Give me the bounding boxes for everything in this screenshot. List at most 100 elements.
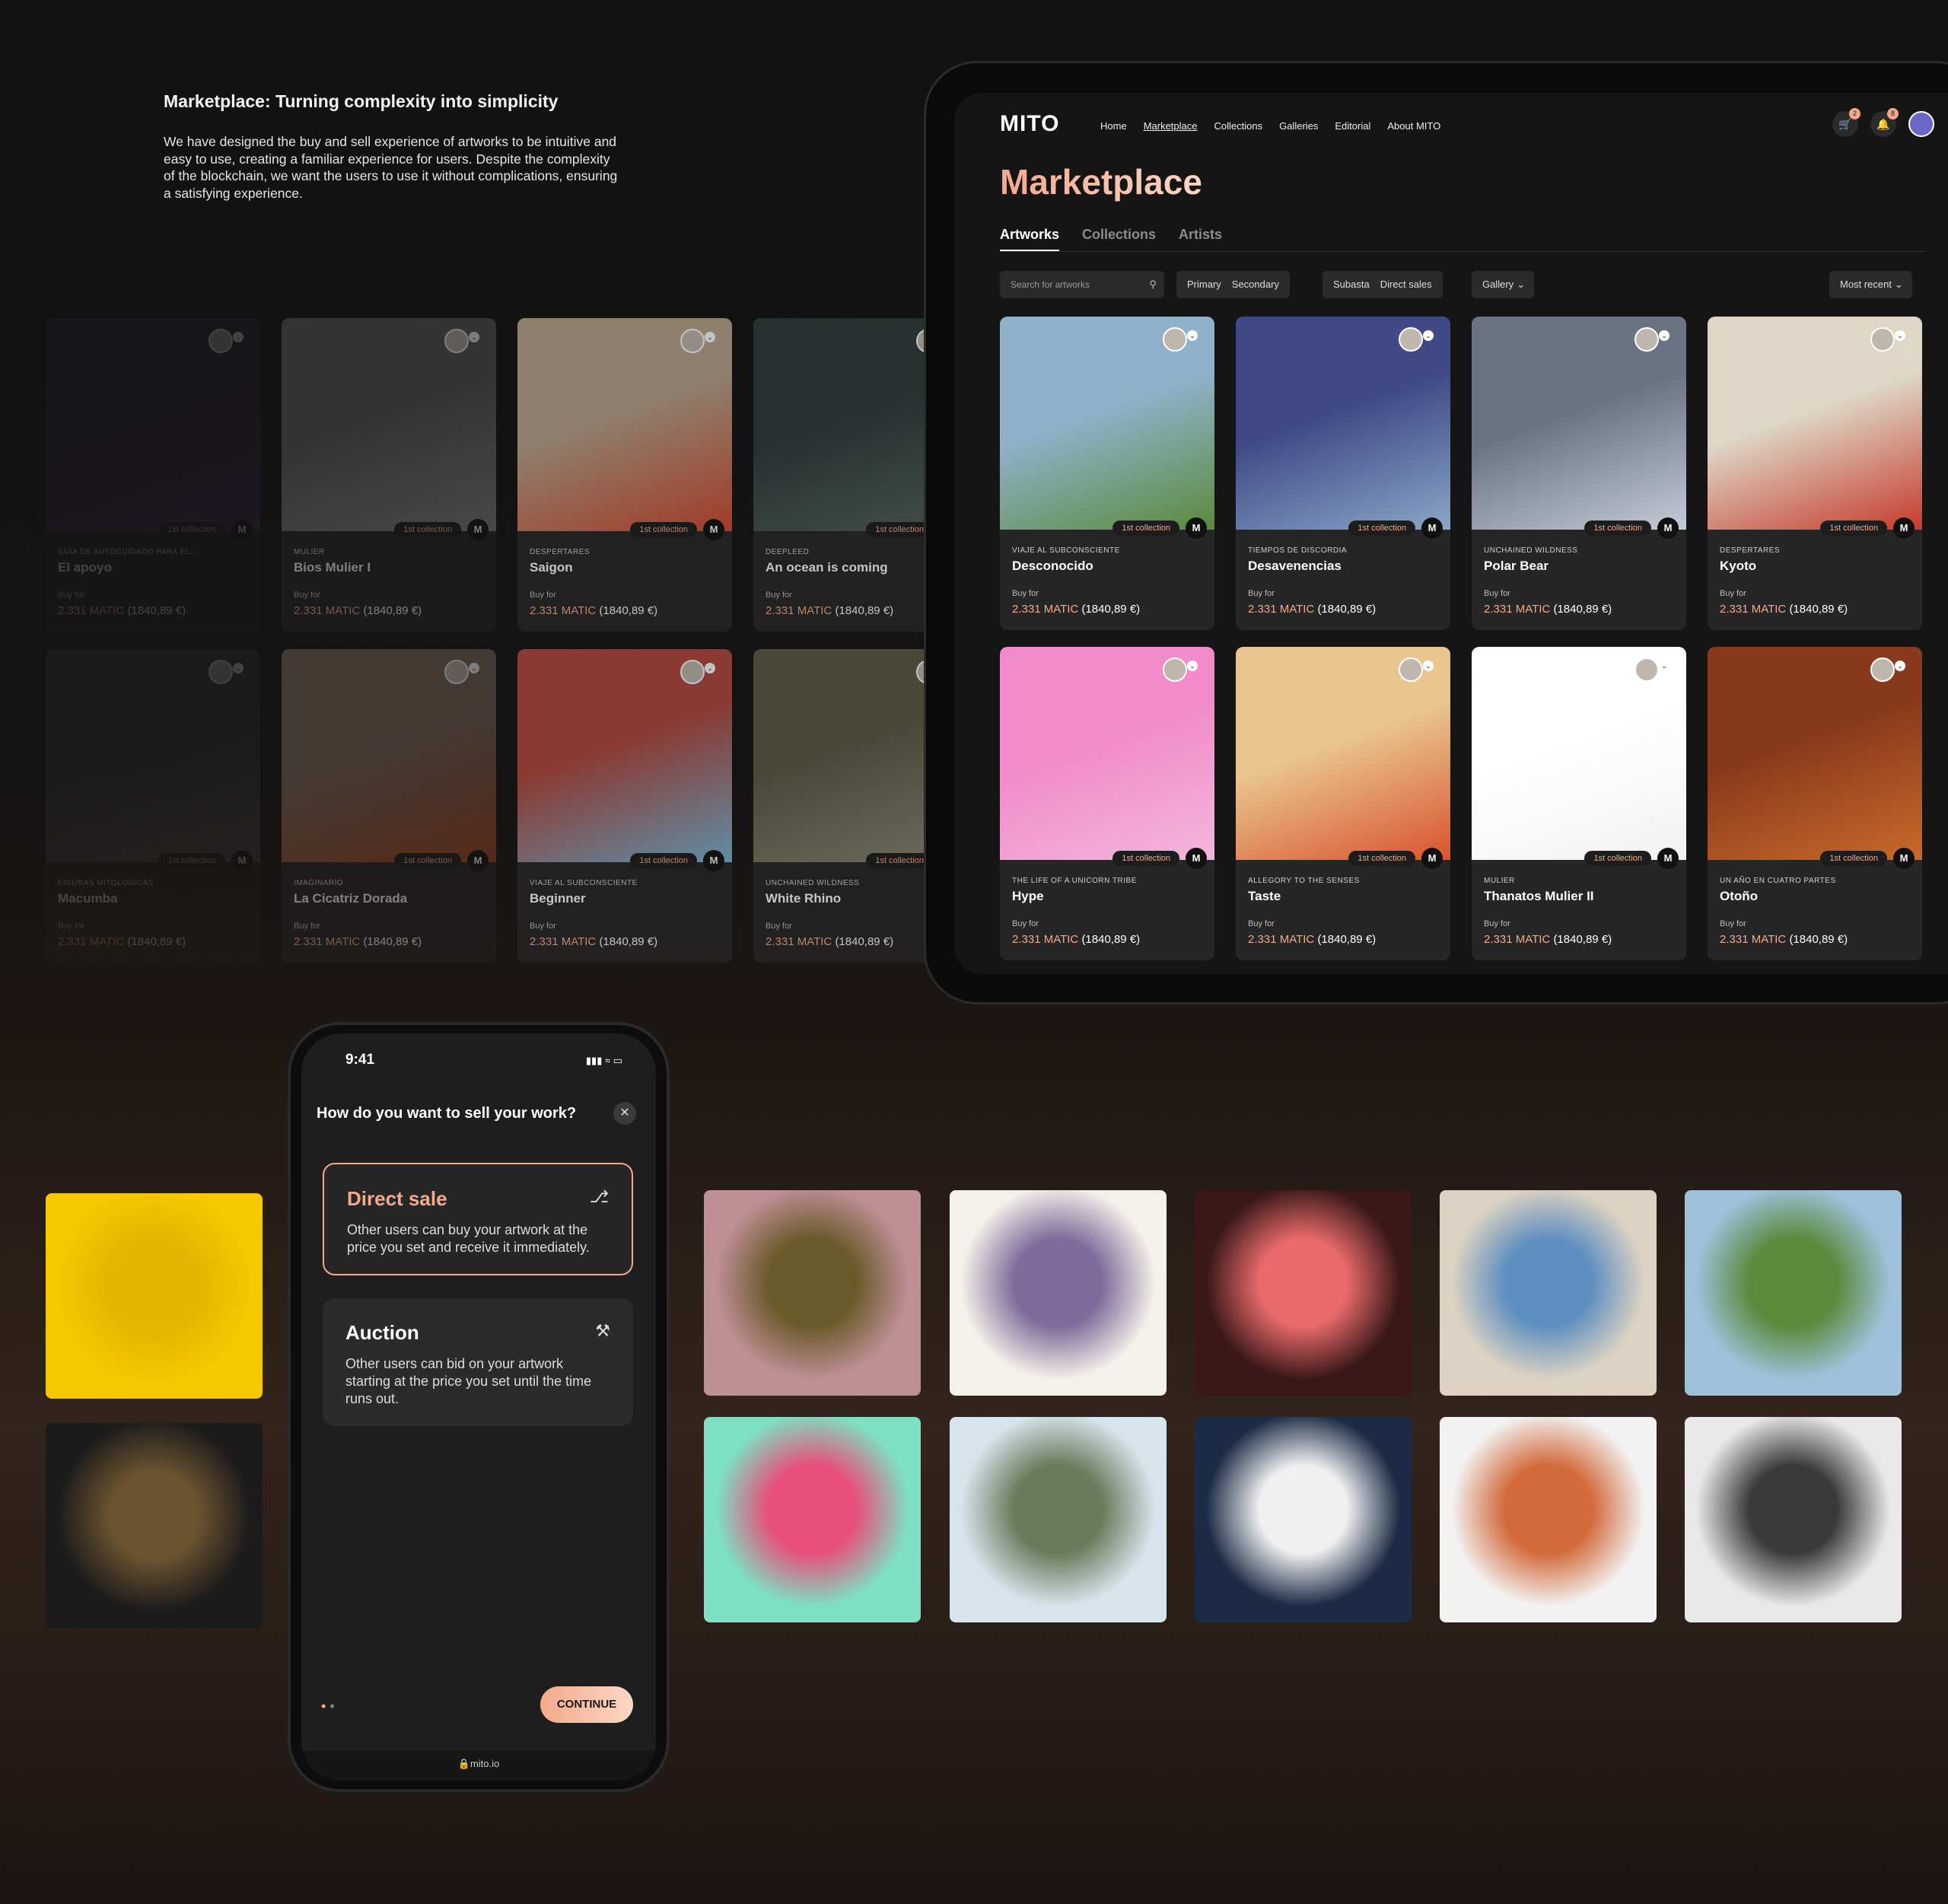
- search-input[interactable]: Search for artworks ⚲: [1000, 271, 1164, 298]
- nav-editorial[interactable]: Editorial: [1335, 120, 1370, 132]
- artwork-tile[interactable]: [704, 1190, 921, 1396]
- bell-icon[interactable]: 🔔 8: [1870, 108, 1899, 137]
- artwork-card[interactable]: ⌄ 1st collection M The life of a unicorn tr…: [1000, 647, 1214, 960]
- artwork-tile[interactable]: [1440, 1190, 1657, 1396]
- nav-collections[interactable]: Collections: [1214, 120, 1263, 132]
- nav-about[interactable]: About MITO: [1387, 120, 1440, 132]
- chevron-down-icon: ⌄: [1894, 279, 1903, 290]
- sort-dropdown[interactable]: Most recent ⌄: [1829, 271, 1912, 298]
- price-matic: 2.331 MATIC: [766, 604, 832, 617]
- chevron-down-icon[interactable]: ⌄: [233, 663, 244, 673]
- artist-avatar[interactable]: [208, 329, 233, 353]
- collection-name: Despertares: [1720, 546, 1781, 555]
- m-logo-icon: M: [231, 519, 253, 540]
- artwork-card[interactable]: ⌄ 1st collection M Unchained wildness Polar …: [1472, 317, 1686, 630]
- artwork-title: Thanatos Mulier II: [1484, 889, 1594, 903]
- chevron-down-icon[interactable]: ⌄: [1423, 661, 1434, 671]
- artwork-card[interactable]: ⌄ 1st collection M Tiempos de discordia Desa…: [1236, 317, 1450, 630]
- close-icon[interactable]: ✕: [613, 1102, 636, 1125]
- artist-avatar[interactable]: [1870, 657, 1895, 682]
- filter-direct-sales[interactable]: Direct sales: [1380, 271, 1443, 298]
- chevron-down-icon[interactable]: ⌄: [469, 332, 479, 342]
- artwork-card[interactable]: ⌄ 1st collection M Despertares Saigon Buy for…: [517, 318, 732, 632]
- chevron-down-icon[interactable]: ⌄: [1659, 330, 1669, 341]
- artwork-card[interactable]: ⌄ 1st collection M Viaje al subconsciente De…: [1000, 317, 1214, 630]
- chevron-down-icon[interactable]: ⌄: [1659, 661, 1669, 671]
- artwork-tile[interactable]: [1195, 1190, 1412, 1396]
- price-eur: (1840,89 €): [1789, 933, 1848, 946]
- chevron-down-icon[interactable]: ⌄: [705, 663, 715, 673]
- m-logo-icon: M: [1421, 517, 1443, 539]
- artist-avatar[interactable]: [1870, 327, 1895, 352]
- filter-secondary[interactable]: Secondary: [1232, 271, 1290, 298]
- chevron-down-icon[interactable]: ⌄: [1423, 330, 1434, 341]
- user-avatar[interactable]: [1908, 111, 1934, 137]
- collection-name: Figuras mitologicas: [58, 879, 154, 887]
- artist-avatar[interactable]: [680, 329, 705, 353]
- artist-avatar[interactable]: [1399, 327, 1423, 352]
- artwork-card[interactable]: ⌄ 1st collection M Despertares Kyoto Buy for 2…: [1708, 317, 1922, 630]
- nav-marketplace[interactable]: Marketplace: [1144, 120, 1198, 132]
- artist-avatar[interactable]: [444, 660, 469, 684]
- continue-button[interactable]: CONTINUE: [540, 1686, 633, 1723]
- tab-artists[interactable]: Artists: [1179, 227, 1222, 251]
- mito-logo[interactable]: MITO: [1000, 111, 1059, 137]
- artwork-card[interactable]: ⌄ 1st collection M Allegory to the senses Ta…: [1236, 647, 1450, 960]
- artwork-tile[interactable]: [46, 1423, 263, 1629]
- price-matic: 2.331 MATIC: [530, 604, 597, 617]
- artwork-title: White Rhino: [766, 891, 842, 906]
- artwork-card[interactable]: ⌄ 1st collection M Mulier Bios Mulier I Buy f…: [282, 318, 496, 632]
- artwork-title: Macumba: [58, 891, 118, 906]
- chevron-down-icon[interactable]: ⌄: [1187, 661, 1198, 671]
- artwork-tile[interactable]: [1685, 1417, 1902, 1622]
- filter-primary[interactable]: Primary: [1176, 271, 1232, 298]
- gallery-dropdown[interactable]: Gallery ⌄: [1472, 271, 1535, 298]
- artwork-tile[interactable]: [950, 1190, 1167, 1396]
- tab-artworks[interactable]: Artworks: [1000, 227, 1060, 251]
- artist-avatar[interactable]: [444, 329, 469, 353]
- chevron-down-icon[interactable]: ⌄: [469, 663, 479, 673]
- artwork-card[interactable]: ⌄ 1st collection M Mulier Thanatos Mulier II…: [1472, 647, 1686, 960]
- artist-avatar[interactable]: [1634, 657, 1659, 682]
- tab-collections[interactable]: Collections: [1082, 227, 1156, 251]
- artist-avatar[interactable]: [1163, 657, 1187, 682]
- artwork-card[interactable]: ⌄ 1st collection M Viaje al subconsciente Be…: [517, 649, 732, 963]
- price-eur: (1840,89 €): [599, 935, 658, 948]
- artwork-tile[interactable]: [1685, 1190, 1902, 1396]
- option-direct-sale[interactable]: Direct sale Other users can buy your art…: [323, 1163, 633, 1275]
- artist-avatar[interactable]: [1163, 327, 1187, 352]
- artwork-tile[interactable]: [950, 1417, 1167, 1622]
- option-auction[interactable]: Auction Other users can bid on your artw…: [323, 1298, 633, 1426]
- artwork-card[interactable]: ⌄ 1st collection M Un año en cuatro partes O…: [1708, 647, 1922, 960]
- tab-bar: Artworks Collections Artists: [1000, 227, 1925, 252]
- nav-galleries[interactable]: Galleries: [1279, 120, 1318, 132]
- artist-avatar[interactable]: [208, 660, 233, 684]
- artwork-card[interactable]: ⌄ 1st collection M Imaginario La Cicatriz Do…: [282, 649, 496, 963]
- artwork-tile[interactable]: [704, 1417, 921, 1622]
- artwork-tile[interactable]: [1195, 1417, 1412, 1622]
- chevron-down-icon[interactable]: ⌄: [1895, 330, 1905, 341]
- price-eur: (1840,89 €): [363, 935, 422, 948]
- chevron-down-icon[interactable]: ⌄: [1187, 330, 1198, 341]
- artwork-card[interactable]: ⌄ 1st collection M Guia de autocuidado para…: [46, 318, 260, 632]
- chevron-down-icon[interactable]: ⌄: [1895, 661, 1905, 671]
- m-logo-icon: M: [1186, 848, 1207, 869]
- artist-avatar[interactable]: [1399, 657, 1423, 682]
- collection-badge: 1st collection: [630, 853, 697, 868]
- artist-avatar[interactable]: [1634, 327, 1659, 352]
- phone-screen: 9:41 ▮▮▮ ≈ ▭ How do you want to sell you…: [301, 1033, 656, 1781]
- chevron-down-icon[interactable]: ⌄: [233, 332, 244, 342]
- artist-avatar[interactable]: [680, 660, 705, 684]
- artwork-card[interactable]: ⌄ 1st collection M Figuras mitologicas Macum…: [46, 649, 260, 963]
- nav-home[interactable]: Home: [1100, 120, 1127, 132]
- price-eur: (1840,89 €): [1553, 933, 1612, 946]
- price: 2.331 MATIC (1840,89 €): [294, 935, 422, 948]
- artwork-tile[interactable]: [1440, 1417, 1657, 1622]
- artwork-title: La Cicatriz Dorada: [294, 891, 408, 906]
- chevron-down-icon[interactable]: ⌄: [705, 332, 715, 342]
- collection-name: Tiempos de discordia: [1248, 546, 1348, 555]
- url-text: mito.io: [469, 1758, 500, 1769]
- cart-icon[interactable]: 🛒 2: [1832, 108, 1860, 137]
- artwork-tile[interactable]: [46, 1193, 263, 1399]
- filter-subasta[interactable]: Subasta: [1323, 271, 1380, 298]
